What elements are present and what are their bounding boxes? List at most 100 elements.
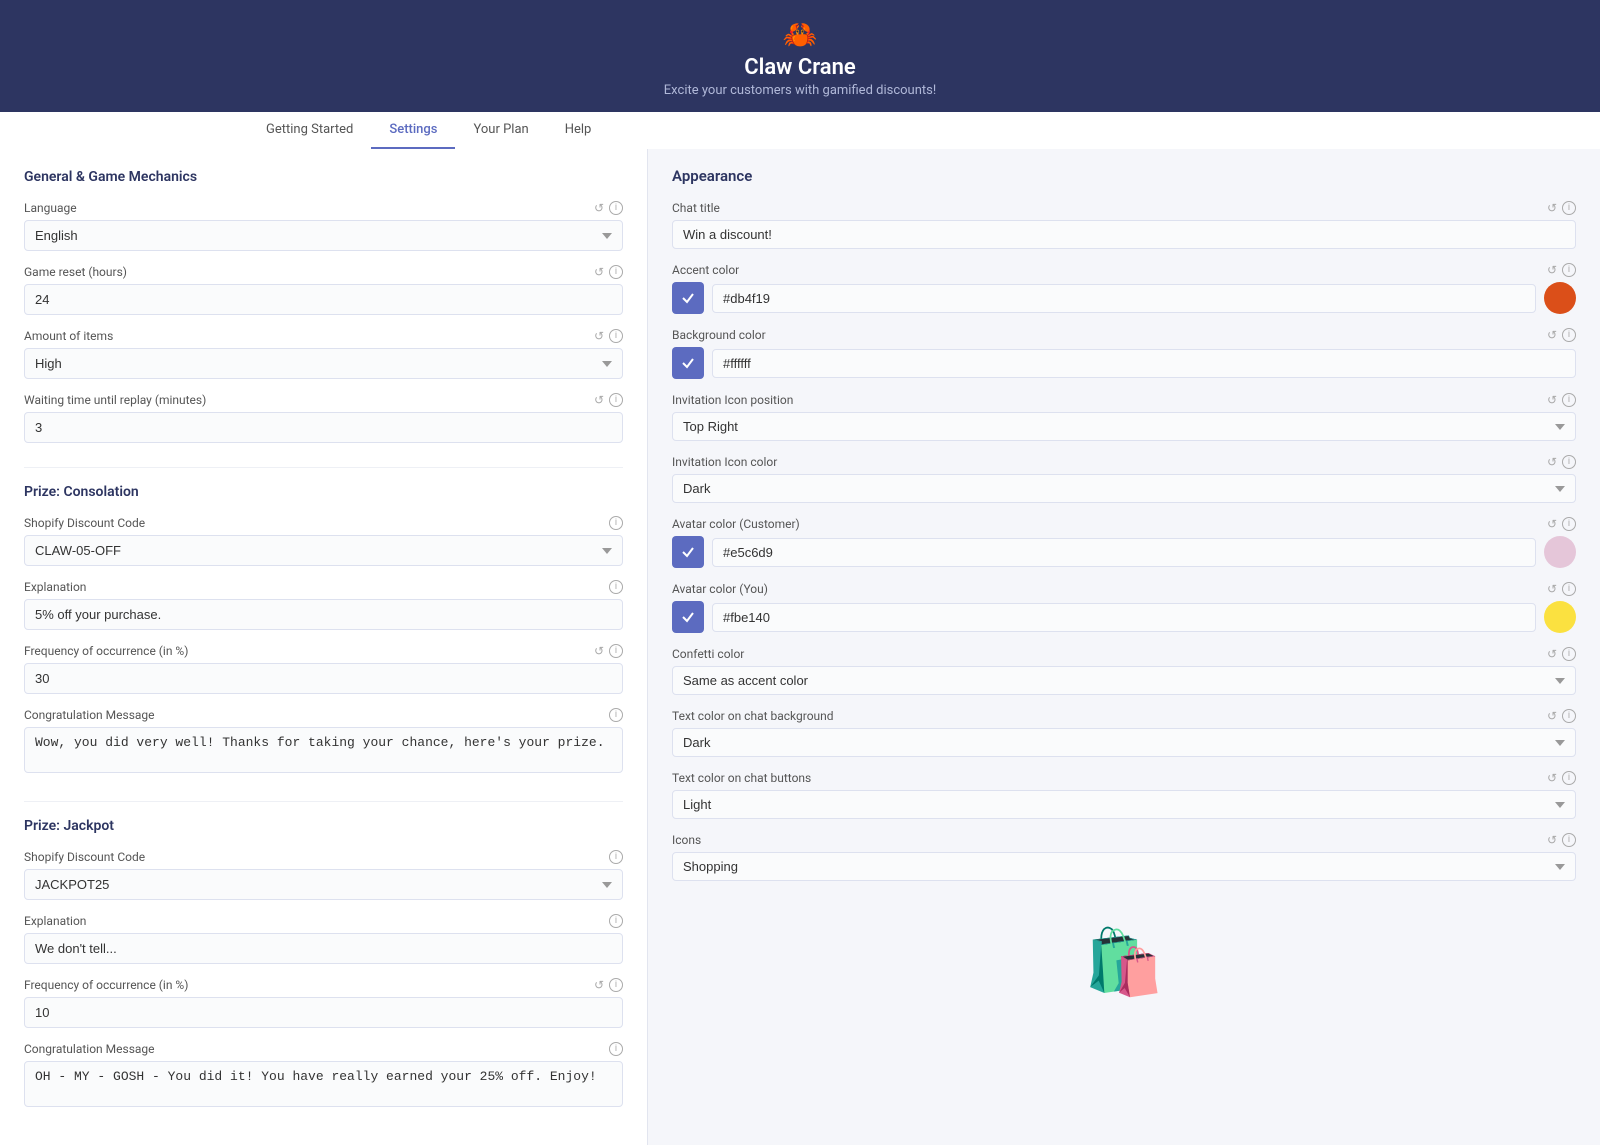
text-chat-bg-reset-icon[interactable]: ↺ — [1547, 709, 1557, 723]
prize-consolation-section: Prize: Consolation Shopify Discount Code… — [24, 467, 623, 777]
avatar-customer-check-btn[interactable] — [672, 536, 704, 568]
waiting-time-input[interactable] — [24, 412, 623, 443]
invitation-icon-position-field: Invitation Icon position ↺ i Top Right T… — [672, 393, 1576, 441]
confetti-color-field: Confetti color ↺ i Same as accent color — [672, 647, 1576, 695]
accent-color-reset-icon[interactable]: ↺ — [1547, 263, 1557, 277]
avatar-you-input[interactable] — [712, 603, 1536, 632]
consolation-explanation-input[interactable] — [24, 599, 623, 630]
chat-title-info-icon[interactable]: i — [1562, 201, 1576, 215]
waiting-time-reset-icon[interactable]: ↺ — [594, 393, 604, 407]
text-chat-bg-info-icon[interactable]: i — [1562, 709, 1576, 723]
background-color-input[interactable] — [712, 349, 1576, 378]
background-color-check-btn[interactable] — [672, 347, 704, 379]
amount-items-info-icon[interactable]: i — [609, 329, 623, 343]
accent-color-check-btn[interactable] — [672, 282, 704, 314]
jackpot-frequency-label: Frequency of occurrence (in %) — [24, 978, 188, 992]
consolation-frequency-info-icon[interactable]: i — [609, 644, 623, 658]
invitation-icon-position-info-icon[interactable]: i — [1562, 393, 1576, 407]
consolation-discount-select[interactable]: CLAW-05-OFF — [24, 535, 623, 566]
game-reset-info-icon[interactable]: i — [609, 265, 623, 279]
amount-items-reset-icon[interactable]: ↺ — [594, 329, 604, 343]
waiting-time-label: Waiting time until replay (minutes) — [24, 393, 206, 407]
jackpot-discount-label: Shopify Discount Code — [24, 850, 145, 864]
consolation-congrats-textarea[interactable]: Wow, you did very well! Thanks for takin… — [24, 727, 623, 773]
invitation-icon-position-select[interactable]: Top Right Top Left Bottom Right Bottom L… — [672, 412, 1576, 441]
amount-items-select[interactable]: Low Medium High — [24, 348, 623, 379]
text-chat-buttons-info-icon[interactable]: i — [1562, 771, 1576, 785]
tab-getting-started[interactable]: Getting Started — [248, 112, 371, 149]
avatar-customer-swatch[interactable] — [1544, 536, 1576, 568]
app-subtitle: Excite your customers with gamified disc… — [0, 83, 1600, 112]
text-chat-bg-select[interactable]: Dark Light — [672, 728, 1576, 757]
tab-help[interactable]: Help — [547, 112, 610, 149]
background-color-info-icon[interactable]: i — [1562, 328, 1576, 342]
jackpot-explanation-info-icon[interactable]: i — [609, 914, 623, 928]
jackpot-frequency-info-icon[interactable]: i — [609, 978, 623, 992]
background-color-reset-icon[interactable]: ↺ — [1547, 328, 1557, 342]
avatar-you-label: Avatar color (You) — [672, 582, 768, 596]
language-select[interactable]: English — [24, 220, 623, 251]
jackpot-discount-field-group: Shopify Discount Code i JACKPOT25 — [24, 850, 623, 900]
jackpot-frequency-input[interactable] — [24, 997, 623, 1028]
avatar-customer-info-icon[interactable]: i — [1562, 517, 1576, 531]
consolation-congrats-label: Congratulation Message — [24, 708, 155, 722]
avatar-customer-input[interactable] — [712, 538, 1536, 567]
consolation-congrats-info-icon[interactable]: i — [609, 708, 623, 722]
tab-your-plan[interactable]: Your Plan — [455, 112, 546, 149]
icons-info-icon[interactable]: i — [1562, 833, 1576, 847]
chat-title-input[interactable] — [672, 220, 1576, 249]
invitation-icon-color-reset-icon[interactable]: ↺ — [1547, 455, 1557, 469]
jackpot-congrats-field-group: Congratulation Message i OH - MY - GOSH … — [24, 1042, 623, 1111]
prize-jackpot-section: Prize: Jackpot Shopify Discount Code i J… — [24, 801, 623, 1111]
right-panel: Appearance Chat title ↺ i Accent color ↺… — [648, 149, 1600, 1145]
accent-color-input[interactable] — [712, 284, 1536, 313]
icons-label: Icons — [672, 833, 701, 847]
consolation-discount-label: Shopify Discount Code — [24, 516, 145, 530]
invitation-icon-color-select[interactable]: Dark Light — [672, 474, 1576, 503]
confetti-color-reset-icon[interactable]: ↺ — [1547, 647, 1557, 661]
prize-jackpot-title: Prize: Jackpot — [24, 818, 623, 834]
chat-title-field: Chat title ↺ i — [672, 201, 1576, 249]
confetti-color-select[interactable]: Same as accent color — [672, 666, 1576, 695]
waiting-time-info-icon[interactable]: i — [609, 393, 623, 407]
chat-title-reset-icon[interactable]: ↺ — [1547, 201, 1557, 215]
text-chat-bg-field: Text color on chat background ↺ i Dark L… — [672, 709, 1576, 757]
consolation-explanation-info-icon[interactable]: i — [609, 580, 623, 594]
consolation-explanation-label: Explanation — [24, 580, 86, 594]
accent-color-swatch[interactable] — [1544, 282, 1576, 314]
section-general-title: General & Game Mechanics — [24, 169, 623, 185]
jackpot-explanation-field-group: Explanation i — [24, 914, 623, 964]
appearance-title: Appearance — [672, 167, 1576, 185]
invitation-icon-position-reset-icon[interactable]: ↺ — [1547, 393, 1557, 407]
language-info-icon[interactable]: i — [609, 201, 623, 215]
avatar-customer-field: Avatar color (Customer) ↺ i — [672, 517, 1576, 568]
icons-field: Icons ↺ i Shopping Fashion Food — [672, 833, 1576, 881]
accent-color-info-icon[interactable]: i — [1562, 263, 1576, 277]
jackpot-frequency-reset-icon[interactable]: ↺ — [594, 978, 604, 992]
avatar-you-swatch[interactable] — [1544, 601, 1576, 633]
jackpot-congrats-textarea[interactable]: OH - MY - GOSH - You did it! You have re… — [24, 1061, 623, 1107]
avatar-you-check-btn[interactable] — [672, 601, 704, 633]
confetti-color-info-icon[interactable]: i — [1562, 647, 1576, 661]
tab-settings[interactable]: Settings — [371, 112, 455, 149]
jackpot-congrats-info-icon[interactable]: i — [609, 1042, 623, 1056]
text-chat-buttons-select[interactable]: Dark Light — [672, 790, 1576, 819]
game-reset-icon[interactable]: ↺ — [594, 265, 604, 279]
avatar-customer-reset-icon[interactable]: ↺ — [1547, 517, 1557, 531]
icons-reset-icon[interactable]: ↺ — [1547, 833, 1557, 847]
game-reset-input[interactable] — [24, 284, 623, 315]
language-reset-icon[interactable]: ↺ — [594, 201, 604, 215]
avatar-you-info-icon[interactable]: i — [1562, 582, 1576, 596]
jackpot-discount-info-icon[interactable]: i — [609, 850, 623, 864]
avatar-you-reset-icon[interactable]: ↺ — [1547, 582, 1557, 596]
jackpot-explanation-input[interactable] — [24, 933, 623, 964]
consolation-discount-info-icon[interactable]: i — [609, 516, 623, 530]
consolation-frequency-reset-icon[interactable]: ↺ — [594, 644, 604, 658]
consolation-frequency-input[interactable] — [24, 663, 623, 694]
text-chat-buttons-reset-icon[interactable]: ↺ — [1547, 771, 1557, 785]
invitation-icon-color-info-icon[interactable]: i — [1562, 455, 1576, 469]
app-logo: 🦀 — [0, 18, 1600, 51]
confetti-color-label: Confetti color — [672, 647, 744, 661]
jackpot-discount-select[interactable]: JACKPOT25 — [24, 869, 623, 900]
icons-select[interactable]: Shopping Fashion Food — [672, 852, 1576, 881]
